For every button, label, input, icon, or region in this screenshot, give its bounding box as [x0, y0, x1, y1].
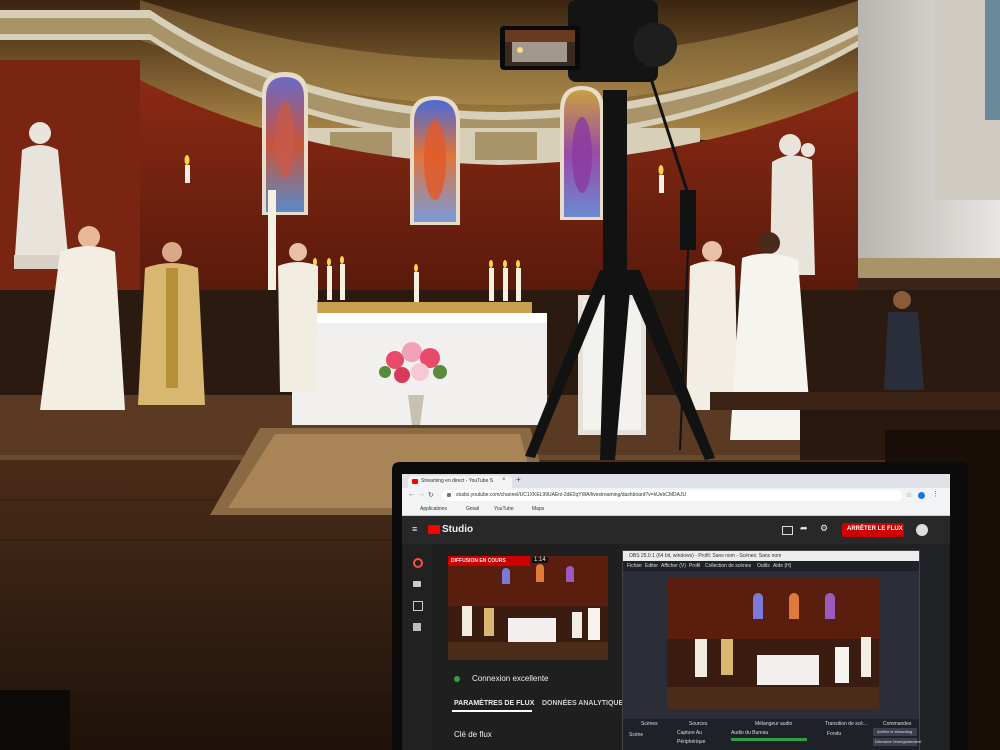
browser-tabbar: Streaming en direct - YouTube S × + — [402, 474, 950, 488]
obs-menu-edit[interactable]: Editer — [645, 563, 658, 569]
audio-meter — [731, 738, 807, 741]
connection-status: Connexion excellente — [472, 674, 549, 683]
start-recording-label: Démarrer l'enregistrement — [875, 739, 922, 744]
share-icon[interactable]: ➦ — [800, 523, 808, 534]
dock-sources: Sources — [689, 721, 708, 727]
bookmark-youtube[interactable]: YouTube — [494, 506, 514, 512]
address-bar[interactable]: studio.youtube.com/channel/UC1XKEL99UAEn… — [442, 490, 902, 501]
laptop-screen: Streaming en direct - YouTube S × + ← → … — [402, 474, 950, 750]
browser-tab[interactable]: Streaming en direct - YouTube S × — [408, 476, 512, 488]
camera-icon[interactable] — [413, 581, 421, 587]
dock-mixer: Mélangeur audio — [755, 721, 793, 727]
obs-menu-profile[interactable]: Profil — [689, 563, 700, 569]
stained-glass-right — [560, 86, 604, 220]
more-icon[interactable]: ⋮ — [932, 490, 939, 498]
stream-preview-pane: DIFFUSION EN COURS 1:14 Connexion excell… — [432, 544, 628, 750]
youtube-logo-icon — [412, 479, 418, 484]
url-text: studio.youtube.com/channel/UC1XKEL99UAEn… — [456, 492, 687, 498]
end-stream-button[interactable]: ARRÊTER LE FLUX — [842, 523, 904, 537]
obs-menu-help[interactable]: Aide (H) — [773, 563, 791, 569]
gear-icon[interactable]: ⚙ — [820, 523, 828, 534]
dock-transitions: Transition de scè... — [825, 721, 868, 727]
obs-menu-scene-collection[interactable]: Collection de scènes — [705, 563, 751, 569]
live-timer: 1:14 — [532, 557, 548, 563]
stop-streaming-label: Arrêter le streaming — [877, 729, 913, 734]
bookmark-maps[interactable]: Maps — [532, 506, 544, 512]
tab-analytics[interactable]: DONNÉES ANALYTIQUES — [542, 700, 628, 707]
forward-icon[interactable]: → — [418, 491, 425, 498]
obs-title: OBS 25.0.1 (64 bit, windows) - Profil: S… — [629, 553, 782, 559]
live-icon[interactable] — [413, 558, 423, 568]
obs-docks: Scènes Sources Mélangeur audio Transitio… — [623, 719, 921, 750]
bookmark-apps[interactable]: Applications — [420, 506, 447, 512]
obs-menubar: Fichier Editer Afficher (V) Profil Colle… — [623, 561, 919, 571]
priest-3 — [278, 243, 318, 392]
source-item-1[interactable]: Capture Au — [677, 730, 702, 736]
live-badge: DIFFUSION EN COURS — [448, 556, 530, 566]
priest-4 — [686, 241, 738, 410]
transition-select[interactable]: Fondu — [827, 731, 841, 737]
live-preview: DIFFUSION EN COURS 1:14 — [448, 556, 608, 660]
bookmarks-bar: Applications Gmail YouTube Maps — [402, 504, 950, 516]
studio-sidebar — [402, 544, 432, 750]
close-icon[interactable]: × — [502, 477, 506, 483]
obs-preview — [667, 577, 879, 709]
obs-menu-tools[interactable]: Outils — [757, 563, 770, 569]
obs-menu-view[interactable]: Afficher (V) — [661, 563, 686, 569]
bookmark-gmail[interactable]: Gmail — [466, 506, 479, 512]
church-livestream-photo: Streaming en direct - YouTube S × + ← → … — [0, 0, 1000, 750]
profile-icon[interactable] — [918, 492, 925, 499]
avatar-icon[interactable] — [916, 524, 928, 536]
back-icon[interactable]: ← — [408, 491, 415, 498]
tab-stream-settings[interactable]: PARAMÈTRES DE FLUX — [454, 700, 534, 707]
source-item-2[interactable]: Périphérique — [677, 739, 705, 745]
connection-status-icon — [454, 676, 460, 682]
end-stream-label: ARRÊTER LE FLUX — [847, 526, 903, 532]
obs-titlebar: OBS 25.0.1 (64 bit, windows) - Profil: S… — [623, 551, 919, 561]
new-tab-button[interactable]: + — [516, 475, 521, 484]
start-recording-button[interactable]: Démarrer l'enregistrement — [873, 738, 921, 746]
reload-icon[interactable]: ↻ — [428, 491, 434, 499]
browser-toolbar: ← → ↻ studio.youtube.com/channel/UC1XKEL… — [402, 488, 950, 504]
active-tab-underline — [452, 710, 532, 712]
video-icon[interactable] — [413, 623, 421, 631]
live-badge-label: DIFFUSION EN COURS — [451, 558, 506, 564]
obs-window: OBS 25.0.1 (64 bit, windows) - Profil: S… — [622, 550, 921, 750]
mixer-label: Audio du Bureau — [731, 730, 769, 736]
stop-streaming-button[interactable]: Arrêter le streaming — [873, 728, 917, 736]
dock-scenes: Scènes — [641, 721, 658, 727]
video-icon[interactable] — [782, 526, 793, 535]
calendar-icon[interactable] — [413, 601, 423, 611]
obs-menu-file[interactable]: Fichier — [627, 563, 642, 569]
menu-icon[interactable]: ≡ — [412, 524, 417, 534]
lock-icon — [447, 493, 451, 497]
studio-header: ≡ Studio ➦ ⚙ ARRÊTER LE FLUX — [402, 516, 950, 544]
stream-key-label: Clé de flux — [454, 730, 492, 739]
stained-glass-center — [410, 96, 460, 225]
star-icon[interactable]: ☆ — [906, 491, 912, 499]
tab-title: Streaming en direct - YouTube S — [421, 478, 494, 484]
scene-item[interactable]: Scène — [629, 732, 643, 738]
studio-logo-text: Studio — [442, 524, 474, 535]
youtube-logo-icon[interactable] — [428, 525, 440, 534]
dock-controls: Commandes — [883, 721, 912, 727]
